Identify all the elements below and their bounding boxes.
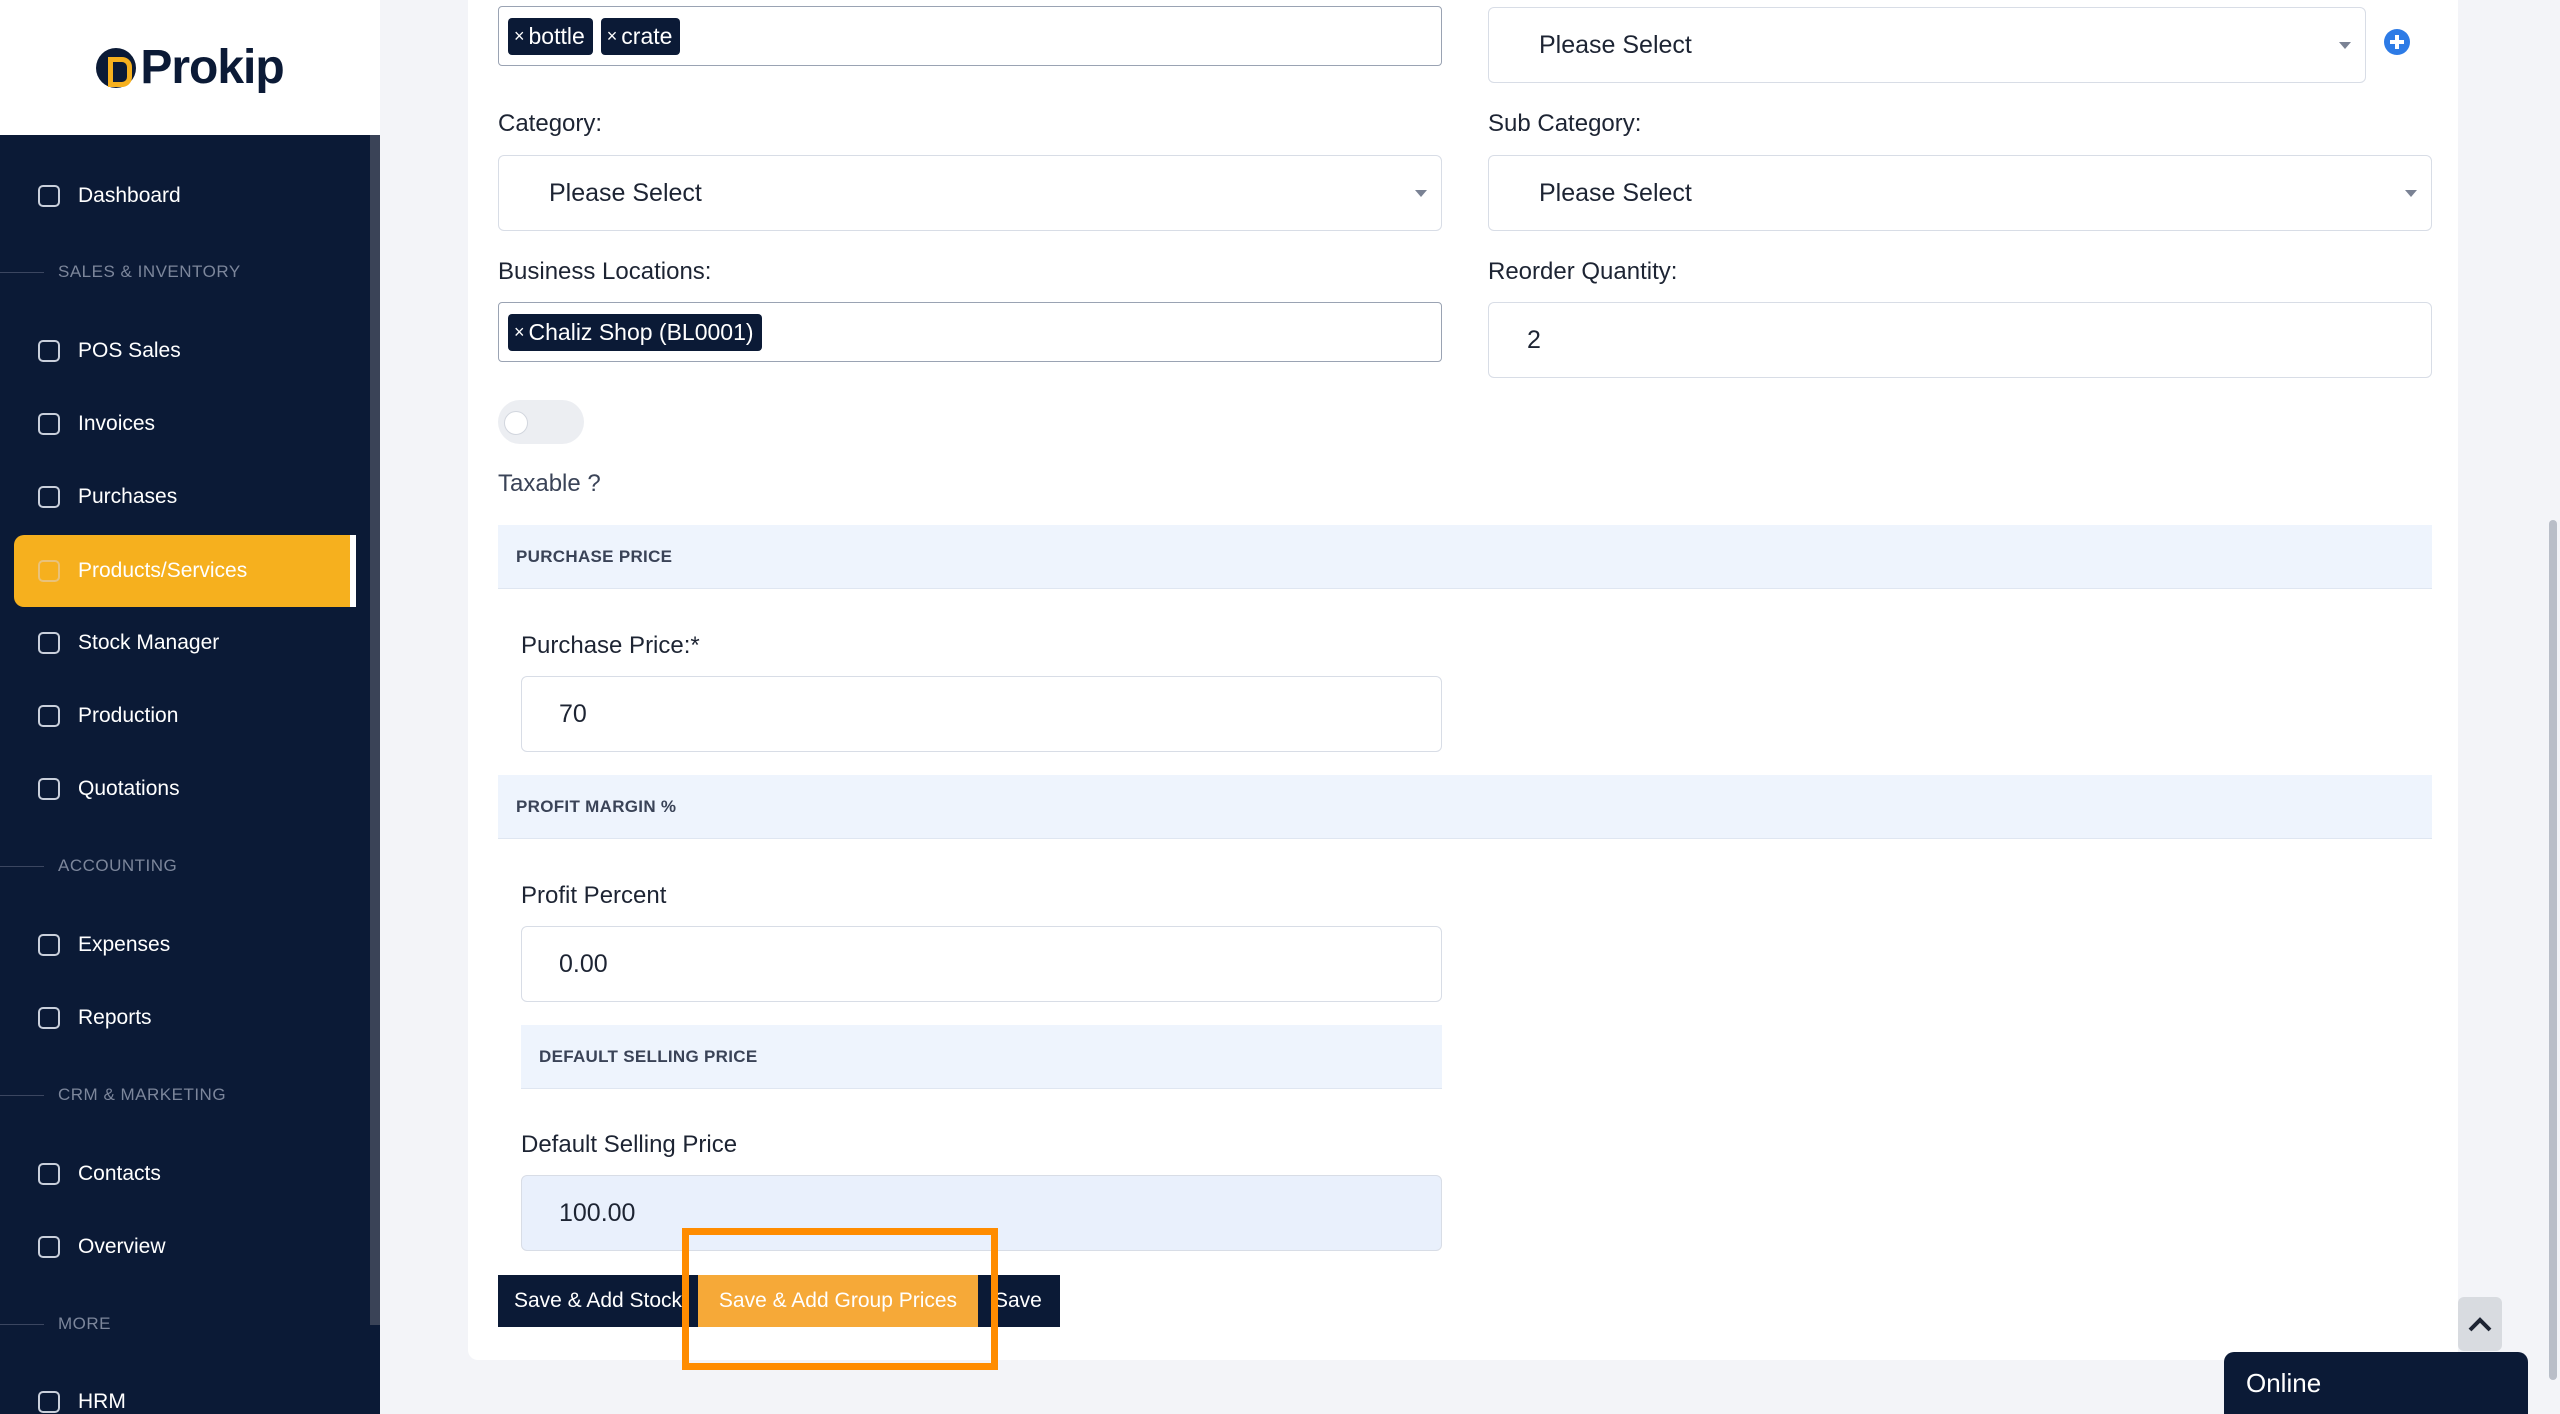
save-add-stock-button[interactable]: Save & Add Stock	[498, 1275, 698, 1327]
sidebar-item-label: Stock Manager	[78, 631, 220, 654]
chevron-down-icon	[2339, 42, 2351, 49]
category-select[interactable]: Please Select	[498, 155, 1442, 231]
online-chat-widget[interactable]: Online	[2224, 1352, 2528, 1414]
id-card-icon	[38, 1236, 60, 1258]
section-crm-marketing: CRM & MARKETING	[0, 1085, 360, 1105]
purchase-price-input[interactable]: 70	[521, 676, 1442, 752]
presentation-icon	[38, 1007, 60, 1029]
business-locations-multiselect[interactable]: × Chaliz Shop (BL0001)	[498, 302, 1442, 362]
stock-icon	[38, 632, 60, 654]
sidebar-item-products-services[interactable]: Products/Services	[14, 535, 354, 607]
location-tag[interactable]: × Chaliz Shop (BL0001)	[508, 313, 762, 351]
sidebar-item-label: Quotations	[78, 777, 180, 800]
sidebar-item-overview[interactable]: Overview	[14, 1211, 354, 1283]
sidebar-item-label: Production	[78, 704, 179, 727]
remove-tag-icon[interactable]: ×	[514, 322, 525, 343]
sidebar-item-expenses[interactable]: Expenses	[14, 909, 354, 981]
profit-percent-label: Profit Percent	[521, 882, 667, 909]
category-label: Category:	[498, 110, 603, 137]
sidebar-item-label: POS Sales	[78, 339, 181, 362]
sidebar-item-stock-manager[interactable]: Stock Manager	[14, 607, 354, 679]
sub-category-select[interactable]: Please Select	[1488, 155, 2432, 231]
chevron-down-icon	[1415, 190, 1427, 197]
sidebar-item-label: HRM	[78, 1390, 126, 1413]
bag-icon	[38, 340, 60, 362]
quote-icon	[38, 778, 60, 800]
sidebar-item-purchases[interactable]: Purchases	[14, 461, 354, 533]
top-right-select[interactable]: Please Select	[1488, 7, 2366, 83]
reorder-quantity-input[interactable]: 2	[1488, 302, 2432, 378]
pie-icon	[38, 934, 60, 956]
profit-percent-input[interactable]: 0.00	[521, 926, 1442, 1002]
sidebar-scrollbar[interactable]	[370, 135, 380, 1325]
page-scrollbar-thumb[interactable]	[2549, 520, 2557, 1380]
sidebar-item-dashboard[interactable]: Dashboard	[14, 160, 354, 232]
hrm-icon	[38, 1391, 60, 1413]
sidebar-item-pos-sales[interactable]: POS Sales	[14, 315, 354, 387]
sidebar: Prokip Dashboard SALES & INVENTORY POS S…	[0, 0, 380, 1414]
purchase-price-label: Purchase Price:*	[521, 632, 700, 659]
logo-icon	[96, 47, 137, 88]
sidebar-item-label: Contacts	[78, 1162, 161, 1185]
sidebar-item-label: Expenses	[78, 933, 171, 956]
purchase-price-band: PURCHASE PRICE	[498, 525, 2432, 589]
sidebar-item-label: Dashboard	[78, 184, 181, 207]
default-selling-price-band: DEFAULT SELLING PRICE	[521, 1025, 1442, 1089]
contacts-icon	[38, 1163, 60, 1185]
sidebar-item-production[interactable]: Production	[14, 680, 354, 752]
unit-tag[interactable]: × bottle	[508, 17, 593, 55]
factory-icon	[38, 705, 60, 727]
unit-tag[interactable]: × crate	[600, 17, 681, 55]
box-icon	[38, 486, 60, 508]
taxable-toggle[interactable]	[498, 400, 584, 444]
sidebar-item-label: Overview	[78, 1235, 166, 1258]
remove-tag-icon[interactable]: ×	[607, 26, 618, 47]
logo[interactable]: Prokip	[96, 40, 285, 95]
business-locations-label: Business Locations:	[498, 258, 712, 285]
section-sales-inventory: SALES & INVENTORY	[0, 262, 360, 282]
add-icon[interactable]	[2384, 29, 2410, 55]
chevron-up-icon	[2468, 1317, 2492, 1332]
sidebar-item-label: Purchases	[78, 485, 178, 508]
package-icon	[38, 560, 60, 582]
home-icon	[38, 185, 60, 207]
scroll-to-top-button[interactable]	[2458, 1297, 2502, 1351]
section-more: MORE	[0, 1314, 360, 1334]
profit-margin-band: PROFIT MARGIN %	[498, 775, 2432, 839]
highlight-box	[682, 1228, 998, 1370]
sub-category-label: Sub Category:	[1488, 110, 1642, 137]
sidebar-item-label: Products/Services	[78, 559, 248, 582]
sidebar-item-label: Reports	[78, 1006, 152, 1029]
logo-area: Prokip	[0, 0, 380, 135]
sidebar-item-label: Invoices	[78, 412, 156, 435]
taxable-label: Taxable ?	[498, 470, 601, 497]
remove-tag-icon[interactable]: ×	[514, 26, 525, 47]
sidebar-item-invoices[interactable]: Invoices	[14, 388, 354, 460]
default-selling-price-label: Default Selling Price	[521, 1131, 738, 1158]
section-accounting: ACCOUNTING	[0, 856, 360, 876]
active-indicator	[350, 535, 356, 607]
logo-text: Prokip	[140, 41, 284, 94]
units-multiselect[interactable]: × bottle × crate	[498, 6, 1442, 66]
chat-status: Online	[2246, 1368, 2322, 1398]
sidebar-item-reports[interactable]: Reports	[14, 982, 354, 1054]
reorder-quantity-label: Reorder Quantity:	[1488, 258, 1678, 285]
chevron-down-icon	[2405, 190, 2417, 197]
sidebar-item-quotations[interactable]: Quotations	[14, 753, 354, 825]
sidebar-item-contacts[interactable]: Contacts	[14, 1138, 354, 1210]
invoice-icon	[38, 413, 60, 435]
sidebar-item-hrm[interactable]: HRM	[14, 1366, 354, 1414]
